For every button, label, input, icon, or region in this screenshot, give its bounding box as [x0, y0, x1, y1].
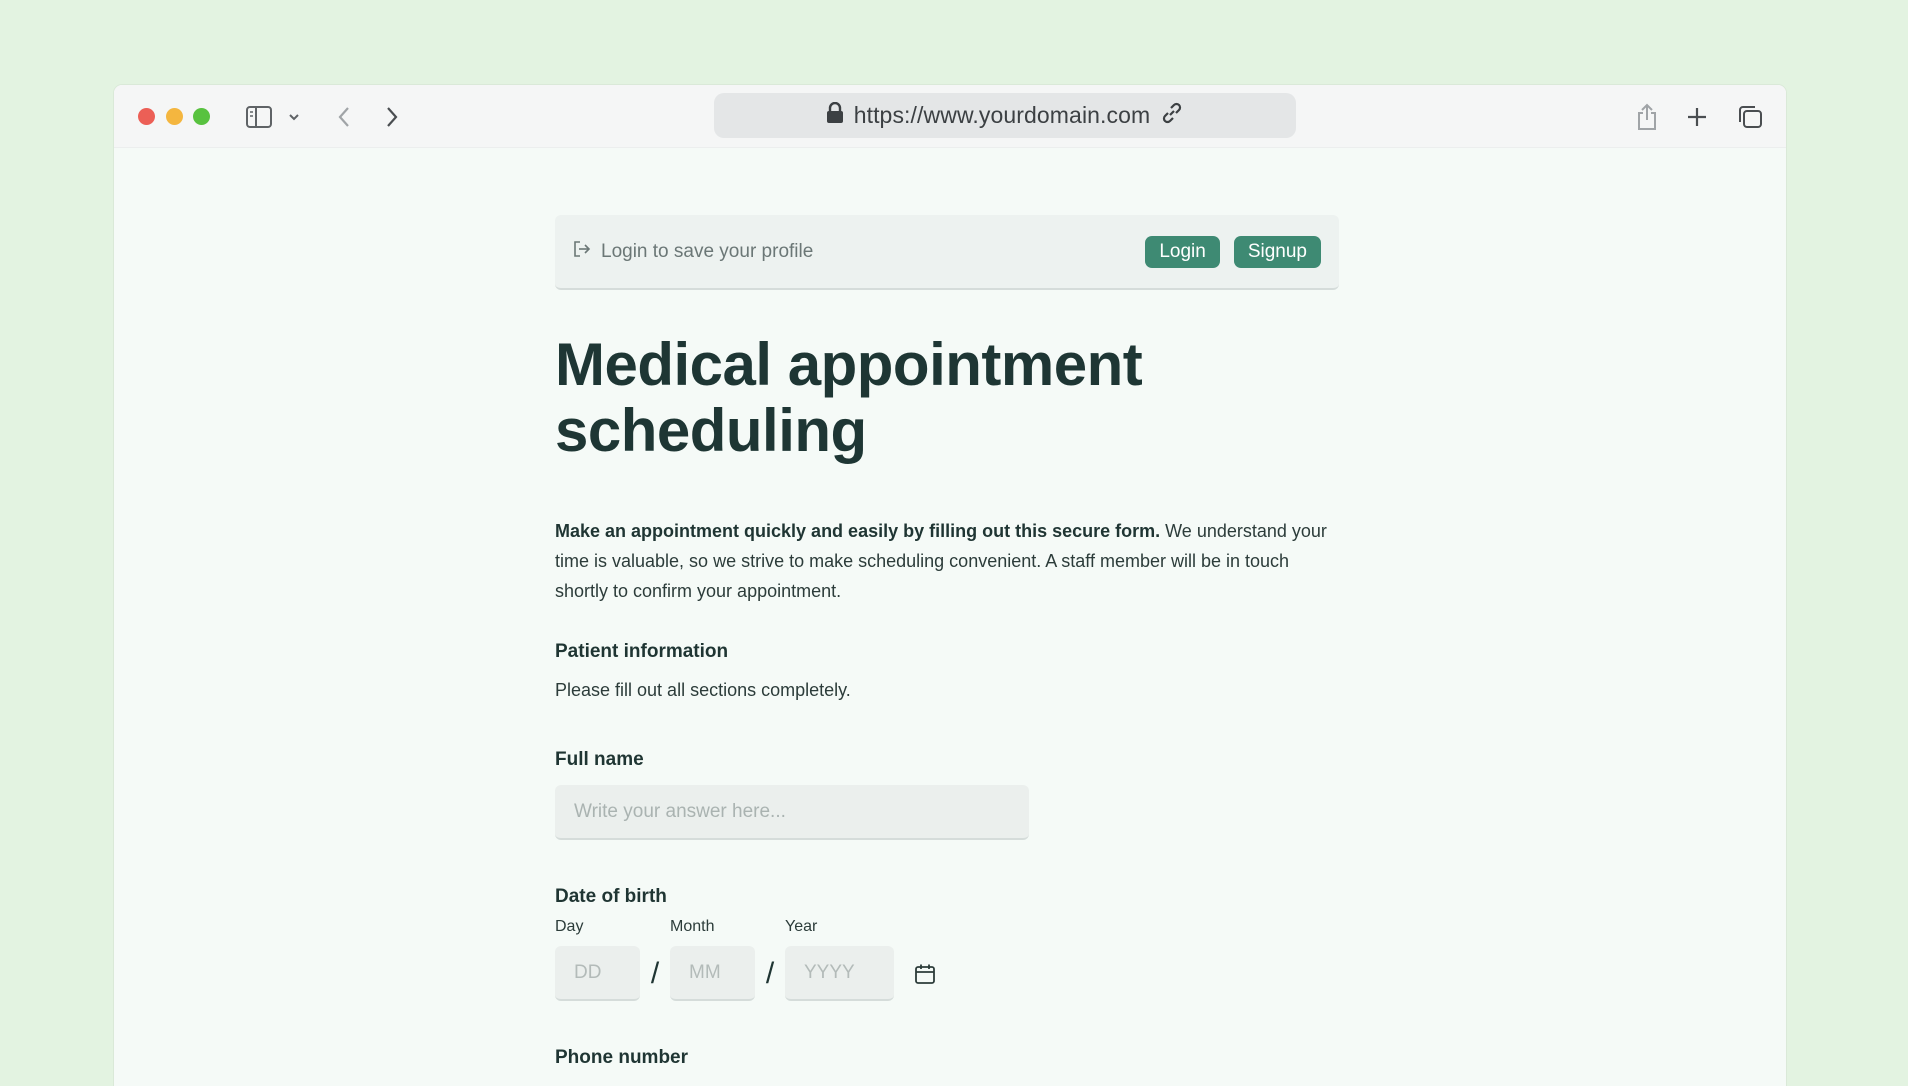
- address-bar[interactable]: https://www.yourdomain.com: [714, 93, 1296, 138]
- dob-year-caption: Year: [785, 918, 818, 935]
- dob-day-caption: Day: [555, 918, 584, 935]
- login-prompt-text: Login to save your profile: [601, 240, 814, 262]
- minimize-window-button[interactable]: [166, 108, 183, 125]
- login-button[interactable]: Login: [1145, 235, 1220, 268]
- section-title: Patient information: [555, 641, 729, 662]
- dob-day-group: Day DD: [555, 918, 640, 1001]
- calendar-icon[interactable]: [914, 946, 936, 1001]
- login-banner: Login to save your profile Login Signup: [555, 215, 1339, 290]
- dob-year-placeholder: YYYY: [804, 961, 855, 983]
- link-icon[interactable]: [1160, 101, 1184, 130]
- dob-month-placeholder: MM: [689, 961, 721, 983]
- sidebar-icon[interactable]: [245, 105, 273, 129]
- browser-window: https://www.yourdomain.com Login to save…: [114, 85, 1786, 1086]
- page-title: Medical appointment scheduling: [555, 331, 1143, 464]
- dob-separator: /: [765, 957, 775, 990]
- new-tab-icon[interactable]: [1684, 104, 1710, 130]
- lock-icon: [826, 101, 844, 129]
- dob-year-input[interactable]: YYYY: [785, 946, 894, 1001]
- forward-icon[interactable]: [382, 105, 402, 129]
- dob-month-caption: Month: [670, 918, 715, 935]
- chevron-down-icon[interactable]: [287, 109, 301, 125]
- dob-month-input[interactable]: MM: [670, 946, 755, 1001]
- share-icon[interactable]: [1634, 102, 1660, 132]
- signup-button[interactable]: Signup: [1233, 235, 1321, 268]
- dob-separator: /: [650, 957, 660, 990]
- tabs-overview-icon[interactable]: [1736, 104, 1764, 130]
- maximize-window-button[interactable]: [193, 108, 210, 125]
- intro-paragraph: Make an appointment quickly and easily b…: [555, 516, 1339, 606]
- browser-toolbar: https://www.yourdomain.com: [114, 85, 1786, 148]
- dob-day-input[interactable]: DD: [555, 946, 640, 1001]
- dob-day-placeholder: DD: [574, 961, 602, 983]
- back-icon[interactable]: [334, 105, 354, 129]
- dob-row: Day DD / Month MM / Year YYYY: [555, 918, 1339, 1001]
- dob-year-group: Year YYYY: [785, 918, 894, 1001]
- login-prompt: Login to save your profile: [573, 240, 1131, 264]
- page-content: Login to save your profile Login Signup …: [555, 215, 1339, 1069]
- login-arrow-icon: [573, 240, 591, 264]
- intro-bold-text: Make an appointment quickly and easily b…: [555, 521, 1161, 541]
- dob-label: Date of birth: [555, 886, 667, 907]
- section-subtitle: Please fill out all sections completely.: [555, 680, 851, 700]
- dob-month-group: Month MM: [670, 918, 755, 1001]
- full-name-label: Full name: [555, 749, 644, 770]
- close-window-button[interactable]: [138, 108, 155, 125]
- full-name-input[interactable]: Write your answer here...: [555, 785, 1029, 840]
- url-text: https://www.yourdomain.com: [853, 102, 1151, 128]
- phone-label: Phone number: [555, 1047, 689, 1068]
- full-name-placeholder: Write your answer here...: [574, 800, 786, 822]
